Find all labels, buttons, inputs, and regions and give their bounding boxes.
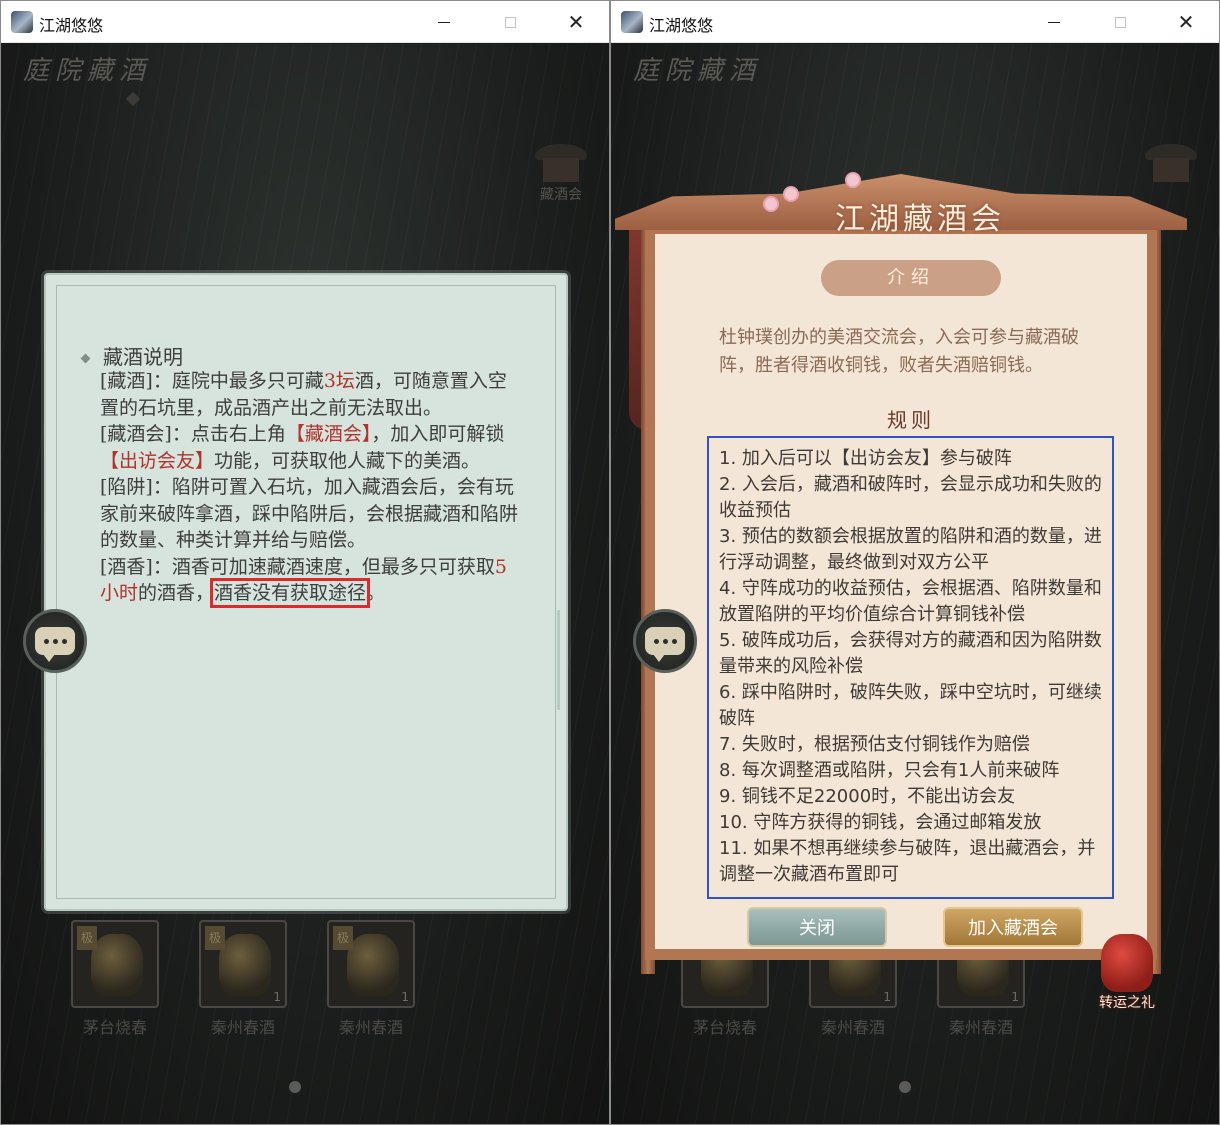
grade-badge: 极 xyxy=(205,926,225,950)
game-scene: 庭院藏酒 酒 茅台烧春 1 秦州春酒 1 秦州春酒 xyxy=(611,44,1219,1124)
item-count: 1 xyxy=(273,990,281,1004)
minimize-button[interactable] xyxy=(1021,1,1087,43)
wine-club-label: 藏酒会 xyxy=(540,187,582,203)
help-paragraph-cellar: [藏酒]：庭院中最多只可藏3坛酒，可随意置入空置的石坑里，成品酒产出之前无法取出… xyxy=(100,370,507,419)
rules-list: 1. 加入后可以【出访会友】参与破阵 2. 入会后，藏酒和破阵时，会显示成功和失… xyxy=(719,446,1111,888)
blossom-icon xyxy=(765,198,777,210)
scene-title: 庭院藏酒 xyxy=(23,56,152,86)
dialog-title: 江湖藏酒会 xyxy=(835,202,1005,237)
minimize-icon xyxy=(438,21,450,23)
page-indicator xyxy=(289,1081,301,1093)
wine-jar-icon xyxy=(347,934,399,996)
minimize-icon xyxy=(1048,21,1060,23)
inventory-item[interactable]: 极 1 秦州春酒 xyxy=(327,920,415,1038)
chat-button[interactable] xyxy=(23,609,87,673)
maximize-icon xyxy=(504,16,516,28)
close-icon: ✕ xyxy=(1177,10,1195,34)
lucky-gift-button[interactable]: 转运之礼 xyxy=(1091,934,1161,1014)
close-button[interactable]: ✕ xyxy=(543,1,609,43)
blossom-icon xyxy=(785,188,797,200)
rule-item: 10. 守阵方获得的铜钱，会通过邮箱发放 xyxy=(719,812,1042,833)
page-indicator xyxy=(899,1081,911,1093)
close-dialog-button[interactable]: 关闭 xyxy=(747,907,887,947)
scrollbar[interactable] xyxy=(557,610,560,710)
scene-title: 庭院藏酒 xyxy=(633,56,762,86)
blossom-icon xyxy=(847,174,859,186)
chat-button[interactable] xyxy=(633,609,697,673)
gift-jar-icon xyxy=(1101,934,1153,992)
wine-club-dialog: 江湖藏酒会 介绍 杜钟璞创办的美酒交流会，入会可参与藏酒破阵，胜者得酒收铜钱，败… xyxy=(615,174,1187,1011)
chat-icon xyxy=(645,627,685,662)
window-title: 江湖悠悠 xyxy=(649,16,714,35)
item-name: 秦州春酒 xyxy=(948,1018,1013,1037)
rule-item: 9. 铜钱不足22000时，不能出访会友 xyxy=(719,786,1016,807)
inventory-item[interactable]: 极 1 秦州春酒 xyxy=(199,920,287,1038)
minimize-button[interactable] xyxy=(411,1,477,43)
wine-jar-icon xyxy=(219,934,271,996)
intro-tab: 介绍 xyxy=(821,260,1001,296)
join-club-button[interactable]: 加入藏酒会 xyxy=(943,907,1083,947)
inventory-item[interactable]: 极 茅台烧春 xyxy=(71,920,159,1038)
item-name: 秦州春酒 xyxy=(820,1018,885,1037)
wine-jar-icon xyxy=(91,934,143,996)
wine-club-button[interactable]: 藏酒会 xyxy=(535,144,587,206)
rule-item: 2. 入会后，藏酒和破阵时，会显示成功和失败的收益预估 xyxy=(719,474,1102,521)
highlighted-note: 酒香没有获取途径 xyxy=(210,578,371,608)
help-paragraph-aroma: [酒香]：酒香可加速藏酒速度，但最多只可获取5小时的酒香，酒香没有获取途径。 xyxy=(100,555,507,608)
intro-text: 杜钟璞创办的美酒交流会，入会可参与藏酒破阵，胜者得酒收铜钱，败者失酒赔铜钱。 xyxy=(719,327,1079,376)
chat-icon xyxy=(35,627,75,662)
rules-title: 规则 xyxy=(887,408,935,432)
right-window: 江湖悠悠 ✕ 庭院藏酒 酒 茅台烧春 1 秦州春酒 1 秦州春酒 xyxy=(610,0,1220,1125)
rule-item: 3. 预估的数额会根据放置的陷阱和酒的数量，进行浮动调整，最终做到对双方公平 xyxy=(719,526,1102,573)
rule-item: 8. 每次调整酒或陷阱，只会有1人前来破阵 xyxy=(719,760,1060,781)
rule-item: 6. 踩中陷阱时，破阵失败，踩中空坑时，可继续破阵 xyxy=(719,682,1102,729)
item-name: 茅台烧春 xyxy=(692,1018,757,1037)
item-count: 1 xyxy=(883,990,891,1004)
grade-badge: 极 xyxy=(333,926,353,950)
rule-item: 5. 破阵成功后，会获得对方的藏酒和因为陷阱数量带来的风险补偿 xyxy=(719,630,1102,677)
item-name: 秦州春酒 xyxy=(338,1018,403,1037)
item-count: 1 xyxy=(1011,990,1019,1004)
game-scene: 庭院藏酒 藏酒会 极 茅台烧春 极 1 秦州春酒 极 1 秦州春酒 藏酒说明 [… xyxy=(1,44,609,1124)
app-icon xyxy=(621,11,643,33)
left-window: 江湖悠悠 ✕ 庭院藏酒 藏酒会 极 茅台烧春 极 1 秦州春酒 极 1 秦州春酒… xyxy=(0,0,610,1125)
rule-item: 11. 如果不想再继续参与破阵，退出藏酒会，并调整一次藏酒布置即可 xyxy=(719,838,1096,885)
item-count: 1 xyxy=(401,990,409,1004)
maximize-icon xyxy=(1114,16,1126,28)
help-paragraph-club: [藏酒会]：点击右上角【藏酒会】，加入即可解锁【出访会友】功能，可获取他人藏下的… xyxy=(100,423,505,472)
grade-badge: 极 xyxy=(77,926,97,950)
help-paragraph-trap: [陷阱]：陷阱可置入石坑，加入藏酒会后，会有玩家前来破阵拿酒，踩中陷阱后，会根据… xyxy=(100,476,519,551)
rule-item: 4. 守阵成功的收益预估，会根据酒、陷阱数量和放置陷阱的平均价值综合计算铜钱补偿 xyxy=(719,578,1102,625)
app-icon xyxy=(11,11,33,33)
maximize-button[interactable] xyxy=(1087,1,1153,43)
close-icon: ✕ xyxy=(567,10,585,34)
help-heading: 藏酒说明 xyxy=(80,341,183,370)
title-bar: 江湖悠悠 ✕ xyxy=(1,1,609,43)
item-name: 秦州春酒 xyxy=(210,1018,275,1037)
rule-item: 7. 失败时，根据预估支付铜钱作为赔偿 xyxy=(719,734,1030,755)
wine-help-dialog: 藏酒说明 [藏酒]：庭院中最多只可藏3坛酒，可随意置入空置的石坑里，成品酒产出之… xyxy=(44,273,568,911)
rule-item: 1. 加入后可以【出访会友】参与破阵 xyxy=(719,448,1012,469)
maximize-button[interactable] xyxy=(477,1,543,43)
item-name: 茅台烧春 xyxy=(82,1018,147,1037)
diamond-bullet-icon xyxy=(80,353,91,364)
wine-inventory: 极 茅台烧春 极 1 秦州春酒 极 1 秦州春酒 xyxy=(71,920,431,1040)
close-button[interactable]: ✕ xyxy=(1153,1,1219,43)
gift-label: 转运之礼 xyxy=(1099,995,1155,1011)
help-content: [藏酒]：庭院中最多只可藏3坛酒，可随意置入空置的石坑里，成品酒产出之前无法取出… xyxy=(100,368,520,608)
window-title: 江湖悠悠 xyxy=(39,16,104,35)
title-bar: 江湖悠悠 ✕ xyxy=(611,1,1219,43)
